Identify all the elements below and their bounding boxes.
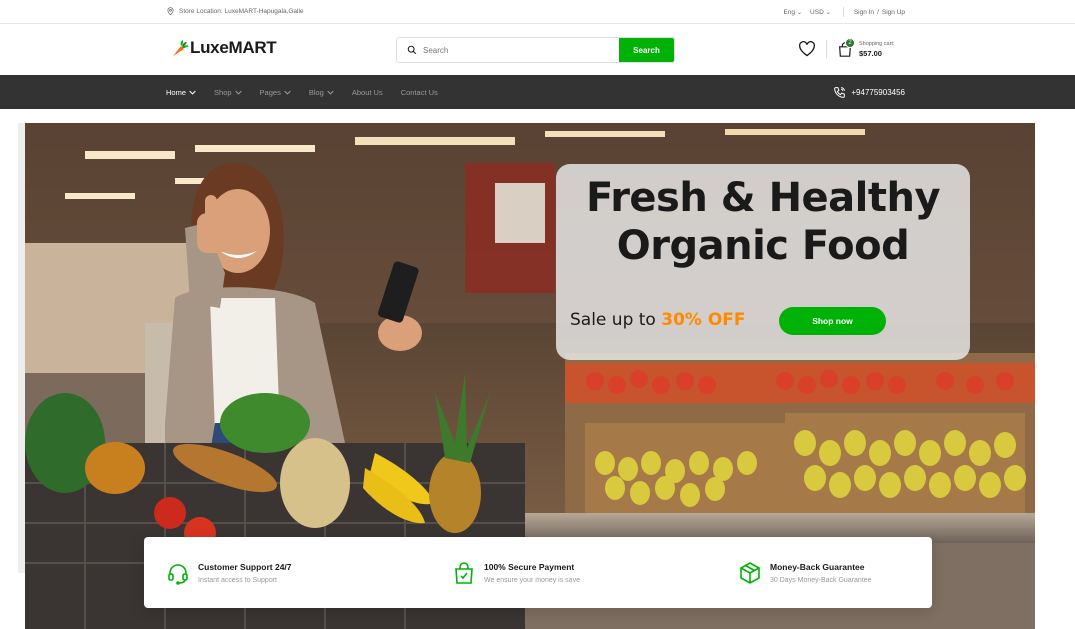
chevron-down-icon <box>234 90 242 95</box>
nav-item-label: Home <box>166 87 187 97</box>
nav-item-label: Shop <box>214 87 232 97</box>
nav-item-home[interactable]: Home <box>166 88 196 97</box>
shopping-bag-check-icon <box>455 561 473 584</box>
map-pin-icon <box>167 7 174 16</box>
hero-title-line1: Fresh & Healthy <box>585 175 941 221</box>
main-nav: Home Shop Pages Blog About Us Contact Us… <box>0 75 1075 109</box>
feature-subtitle: We ensure your money is save <box>484 576 580 584</box>
divider <box>826 40 827 58</box>
search-button[interactable]: Search <box>619 38 674 62</box>
divider <box>842 7 844 17</box>
feature-title: Customer Support 24/7 <box>198 561 292 572</box>
nav-item-about-us[interactable]: About Us <box>352 88 383 97</box>
feature-subtitle: Instant access to Support <box>198 576 277 584</box>
phone-contact[interactable]: +94775903456 <box>833 75 905 109</box>
feature-title: Money-Back Guarantee <box>770 561 865 572</box>
language-value: Eng <box>783 8 796 16</box>
logo-text: LuxeMART <box>190 38 277 57</box>
sale-highlight: 30% OFF <box>661 310 746 330</box>
nav-item-label: Blog <box>308 87 324 97</box>
store-location: Store Location: LuxeMART-Hapugala,Galle <box>166 6 304 16</box>
sign-up-link[interactable]: Sign Up <box>882 9 905 16</box>
nav-item-label: Pages <box>259 87 281 97</box>
nav-item-contact-us[interactable]: Contact Us <box>401 88 438 97</box>
search-bar: Search <box>396 37 675 63</box>
feature-subtitle: 30 Days Money-Back Guarantee <box>770 576 872 584</box>
feature-money-back: Money-Back Guarantee 30 Days Money-Back … <box>738 537 872 608</box>
chevron-down-icon: ⌄ <box>825 9 831 16</box>
hero-title-line2: Organic Food <box>616 223 910 269</box>
cart-count-badge: 2 <box>845 37 855 48</box>
search-icon <box>407 45 417 55</box>
nav-item-pages[interactable]: Pages <box>260 88 291 97</box>
heart-icon[interactable] <box>798 41 816 57</box>
feature-title: 100% Secure Payment <box>484 561 575 572</box>
nav-item-label: About Us <box>351 87 383 97</box>
shop-now-button[interactable]: Shop now <box>779 307 886 335</box>
carrot-icon <box>173 40 189 56</box>
sale-prefix: Sale up to <box>570 310 656 330</box>
header: LuxeMART Search 2 Shopping cart: $57.00 <box>0 25 1075 75</box>
phone-call-icon <box>834 86 846 98</box>
promo-card: Fresh & Healthy Organic Food Sale up to … <box>556 164 970 360</box>
package-box-icon <box>740 561 760 584</box>
sale-text: Sale up to 30% OFF <box>570 310 746 330</box>
logo[interactable]: LuxeMART <box>170 38 277 58</box>
nav-item-label: Contact Us <box>400 87 438 97</box>
cart-total: $57.00 <box>859 48 882 58</box>
phone-number: +94775903456 <box>851 87 905 97</box>
currency-value: USD <box>810 8 824 16</box>
feature-secure-payment: 100% Secure Payment We ensure your money… <box>452 537 580 608</box>
feature-support: Customer Support 24/7 Instant access to … <box>166 537 292 608</box>
headphones-icon <box>168 563 188 585</box>
auth-divider: / <box>877 8 879 16</box>
chevron-down-icon <box>284 90 291 95</box>
top-bar: Store Location: LuxeMART-Hapugala,Galle … <box>0 0 1075 24</box>
cart-label: Shopping cart: <box>859 40 895 47</box>
nav-item-blog[interactable]: Blog <box>309 88 334 97</box>
store-location-text: Store Location: LuxeMART-Hapugala,Galle <box>179 7 304 15</box>
chevron-down-icon <box>327 90 334 95</box>
sign-in-link[interactable]: Sign In <box>854 9 874 16</box>
currency-select[interactable]: USD ⌄ <box>810 9 831 16</box>
cart-button[interactable]: 2 Shopping cart: $57.00 <box>837 37 895 58</box>
language-select[interactable]: Eng ⌄ <box>783 9 802 16</box>
search-input[interactable] <box>423 45 619 55</box>
hero-title: Fresh & Healthy Organic Food <box>556 174 970 270</box>
nav-item-shop[interactable]: Shop <box>214 88 242 97</box>
features-bar: Customer Support 24/7 Instant access to … <box>144 537 932 608</box>
chevron-down-icon: ⌄ <box>797 9 803 16</box>
chevron-down-icon <box>189 90 196 95</box>
